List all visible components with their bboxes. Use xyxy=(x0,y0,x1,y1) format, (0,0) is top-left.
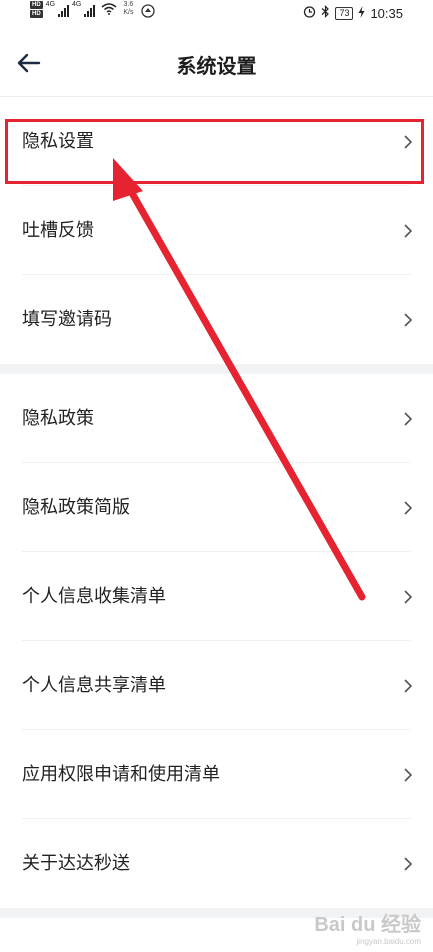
hd-badge: HD xyxy=(30,1,43,9)
watermark-main: Bai du 经验 xyxy=(314,914,421,936)
speed-value: 3.6 xyxy=(123,1,134,8)
settings-item-about[interactable]: 关于达达秒送 xyxy=(0,819,433,908)
settings-item-label: 个人信息收集清单 xyxy=(22,586,166,607)
settings-item-privacy-policy-brief[interactable]: 隐私政策简版 xyxy=(0,463,433,552)
settings-item-label: 应用权限申请和使用清单 xyxy=(22,764,220,785)
settings-item-label: 隐私政策 xyxy=(22,408,94,429)
settings-item-privacy-settings[interactable]: 隐私设置 xyxy=(0,97,433,186)
settings-item-label: 关于达达秒送 xyxy=(22,853,130,874)
speed-unit: K/s xyxy=(123,9,134,16)
chevron-right-icon xyxy=(404,857,413,871)
status-bar: HD HD 4G 4G 3.6 K/s 73 10:35 xyxy=(0,0,433,26)
settings-item-privacy-policy[interactable]: 隐私政策 xyxy=(0,374,433,463)
settings-item-info-sharing-list[interactable]: 个人信息共享清单 xyxy=(0,641,433,730)
chevron-right-icon xyxy=(404,501,413,515)
chevron-right-icon xyxy=(404,412,413,426)
settings-item-label: 个人信息共享清单 xyxy=(22,675,166,696)
chevron-right-icon xyxy=(404,313,413,327)
clock-time: 10:35 xyxy=(370,5,403,21)
settings-item-feedback[interactable]: 吐槽反馈 xyxy=(0,186,433,275)
alarm-icon xyxy=(303,5,316,21)
watermark: Bai du 经验 jingyan.baidu.com xyxy=(314,908,421,946)
page-header: 系统设置 xyxy=(0,26,433,97)
settings-item-label: 填写邀请码 xyxy=(22,309,112,330)
wifi-icon xyxy=(101,3,117,18)
network-type-label: 4G xyxy=(72,1,82,8)
network-speed: 3.6 K/s xyxy=(123,1,133,17)
chevron-right-icon xyxy=(404,224,413,238)
battery-level: 73 xyxy=(335,6,354,20)
settings-item-permissions-list[interactable]: 应用权限申请和使用清单 xyxy=(0,730,433,819)
chevron-right-icon xyxy=(404,590,413,604)
chevron-right-icon xyxy=(404,768,413,782)
shield-icon xyxy=(141,4,156,21)
status-left: HD HD 4G 4G 3.6 K/s xyxy=(30,1,156,21)
status-right: 73 10:35 xyxy=(303,5,403,21)
settings-item-label: 隐私政策简版 xyxy=(22,497,130,518)
settings-item-invite-code[interactable]: 填写邀请码 xyxy=(0,275,433,364)
hd-badges: HD HD xyxy=(30,1,43,18)
bluetooth-icon xyxy=(321,5,330,21)
signal-icon xyxy=(84,5,96,17)
hd-badge: HD xyxy=(30,10,43,18)
settings-item-info-collection-list[interactable]: 个人信息收集清单 xyxy=(0,552,433,641)
charging-icon xyxy=(358,5,365,21)
settings-item-label: 吐槽反馈 xyxy=(22,220,94,241)
signal-icon xyxy=(58,5,70,17)
section-gap xyxy=(0,364,433,374)
settings-list: 隐私设置 吐槽反馈 填写邀请码 隐私政策 隐私政策简版 个人信息收集清单 个人信… xyxy=(0,97,433,918)
chevron-right-icon xyxy=(404,679,413,693)
watermark-sub: jingyan.baidu.com xyxy=(356,937,421,946)
network-type-label: 4G xyxy=(45,1,56,8)
page-title: 系统设置 xyxy=(176,54,257,78)
chevron-right-icon xyxy=(404,135,413,149)
settings-item-label: 隐私设置 xyxy=(22,131,94,152)
